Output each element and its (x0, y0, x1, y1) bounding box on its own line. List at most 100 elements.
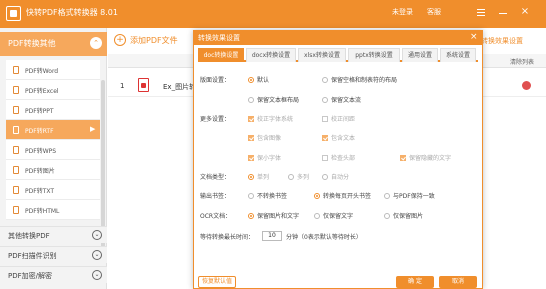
help-link[interactable]: 客服 (427, 7, 441, 17)
include-image-checkbox[interactable]: 包含图像 (248, 133, 281, 142)
sidebar-item-label: PDF转Excel (25, 88, 59, 95)
tab-system-settings[interactable]: 系统设置 (440, 48, 476, 62)
page-bookmark-radio[interactable]: 转换每页开头书签 (314, 191, 371, 200)
app-title: 快转PDF格式转换器 8.01 (26, 8, 118, 17)
layout-default-radio[interactable]: 默认 (248, 75, 269, 84)
ocr-image-only-radio[interactable]: 仅保留图片 (384, 211, 423, 220)
clear-list-button[interactable]: 清除列表 (510, 57, 534, 66)
checkbox-icon (322, 135, 328, 141)
layout-text-flow-radio[interactable]: 保留文本流 (322, 95, 361, 104)
cancel-button[interactable]: 取消 (439, 276, 477, 288)
radio-icon (248, 77, 254, 83)
sidebar-item-label: PDF转RTF (25, 128, 54, 135)
checkbox-icon (248, 155, 254, 161)
sidebar-category-pdf-ocr[interactable]: PDF扫描件识别 ⌄ (0, 246, 107, 263)
doc-type-label: 文档类型： (200, 174, 231, 181)
radio-icon (384, 213, 390, 219)
radio-icon (248, 174, 254, 180)
caret-right-icon: ▶ (90, 125, 96, 133)
sidebar-item-pdf-ppt[interactable]: PDF转PPT (6, 100, 100, 120)
login-link[interactable]: 未登录 (392, 7, 413, 17)
effect-settings-dialog: 转换效果设置 × doc转换设置 docx转换设置 xlsx转换设置 pptx转… (193, 30, 483, 289)
tab-docx-settings[interactable]: docx转换设置 (246, 48, 296, 62)
radio-icon (248, 213, 254, 219)
chevron-down-icon: ⌄ (92, 270, 102, 280)
document-icon (13, 146, 19, 154)
sidebar-category-label: PDF扫描件识别 (8, 252, 57, 260)
menu-icon[interactable] (475, 6, 487, 18)
sidebar-category-label: 其他转换PDF (8, 232, 50, 240)
minimize-icon[interactable] (497, 6, 509, 18)
radio-icon (248, 97, 254, 103)
tab-doc-settings[interactable]: doc转换设置 (198, 48, 244, 62)
wait-time-input[interactable]: 10 (262, 231, 282, 241)
checkbox-icon (322, 116, 328, 122)
settings-tabs: doc转换设置 docx转换设置 xlsx转换设置 pptx转换设置 通用设置 … (198, 48, 478, 62)
close-icon[interactable]: × (519, 6, 531, 18)
sidebar-item-pdf-html[interactable]: PDF转HTML (6, 200, 100, 220)
correct-font-checkbox[interactable]: 校正字体系统 (248, 114, 293, 123)
doc-type-single-radio[interactable]: 单列 (248, 172, 269, 181)
sidebar-item-pdf-wps[interactable]: PDF转WPS (6, 140, 100, 160)
ocr-label: OCR文档： (200, 213, 232, 220)
sidebar-item-pdf-excel[interactable]: PDF转Excel (6, 80, 100, 100)
keep-hidden-text-checkbox[interactable]: 保留隐藏的文字 (400, 153, 451, 162)
sidebar-item-pdf-txt[interactable]: PDF转TXT (6, 180, 100, 200)
sidebar-section-title: PDF转换其他 (8, 39, 56, 48)
reset-default-button[interactable]: 恢复默认值 (198, 276, 236, 288)
sidebar-item-label: PDF转WPS (25, 148, 57, 155)
tab-xlsx-settings[interactable]: xlsx转换设置 (298, 48, 346, 62)
sidebar-category-other-to-pdf[interactable]: 其他转换PDF ⌄ (0, 226, 107, 243)
wait-time-label: 等待转换最长时间： (200, 234, 255, 241)
sidebar-item-pdf-rtf[interactable]: PDF转RTF ▶ (6, 120, 100, 140)
sidebar: PDF转换其他 ⌃ PDF转Word PDF转Excel PDF转PPT PDF… (0, 28, 107, 289)
include-text-checkbox[interactable]: 包含文本 (322, 133, 355, 142)
sidebar-item-pdf-image[interactable]: PDF转图片 (6, 160, 100, 180)
chevron-up-icon[interactable]: ⌃ (90, 37, 102, 49)
document-icon (13, 186, 19, 194)
checkbox-icon (400, 155, 406, 161)
checkbox-icon (248, 135, 254, 141)
sidebar-category-label: PDF加密/解密 (8, 272, 52, 280)
document-icon (13, 126, 19, 134)
title-bar: 快转PDF格式转换器 8.01 未登录 客服 × (0, 0, 546, 28)
document-icon (13, 106, 19, 114)
document-icon (13, 206, 19, 214)
no-bookmark-radio[interactable]: 不转换书签 (248, 191, 287, 200)
check-header-checkbox[interactable]: 检查头部 (322, 153, 355, 162)
sidebar-item-label: PDF转HTML (25, 208, 60, 215)
tab-general-settings[interactable]: 通用设置 (402, 48, 438, 62)
radio-icon (384, 193, 390, 199)
layout-keep-blank-radio[interactable]: 保留空格和制表符的布局 (322, 75, 397, 84)
ocr-image-text-radio[interactable]: 保留图片和文字 (248, 211, 299, 220)
confirm-button[interactable]: 确 定 (396, 276, 434, 288)
checkbox-icon (248, 116, 254, 122)
radio-icon (314, 213, 320, 219)
correct-space-checkbox[interactable]: 校正间距 (322, 114, 355, 123)
more-settings-label: 更多设置： (200, 116, 231, 123)
dialog-close-icon[interactable]: × (470, 32, 478, 42)
keep-small-font-checkbox[interactable]: 保小字体 (248, 153, 281, 162)
doc-type-multi-radio[interactable]: 多列 (288, 172, 309, 181)
bookmark-label: 输出书签： (200, 193, 231, 200)
row-index: 1 (120, 82, 125, 90)
sidebar-category-pdf-encrypt[interactable]: PDF加密/解密 ⌄ (0, 266, 107, 283)
pdf-same-bookmark-radio[interactable]: 与PDF保持一致 (384, 191, 435, 200)
add-pdf-label: 添加PDF文件 (130, 36, 178, 45)
radio-icon (322, 97, 328, 103)
doc-type-auto-radio[interactable]: 自动分 (322, 172, 349, 181)
dialog-title: 转换效果设置 (198, 34, 240, 42)
sidebar-item-pdf-word[interactable]: PDF转Word (6, 60, 100, 80)
effect-settings-link[interactable]: 转换效果设置 (481, 36, 523, 50)
tab-pptx-settings[interactable]: pptx转换设置 (348, 48, 400, 62)
dialog-title-bar: 转换效果设置 × (194, 31, 482, 45)
checkbox-icon (322, 155, 328, 161)
delete-icon[interactable] (522, 81, 531, 90)
sidebar-item-label: PDF转图片 (25, 168, 55, 175)
ocr-text-only-radio[interactable]: 仅保留文字 (314, 211, 353, 220)
sidebar-item-label: PDF转Word (25, 68, 59, 75)
sidebar-section-header[interactable]: PDF转换其他 ⌃ (0, 32, 107, 56)
layout-text-frame-radio[interactable]: 保留文本框布局 (248, 95, 299, 104)
layout-label: 版面设置： (200, 77, 231, 84)
sidebar-item-label: PDF转PPT (25, 108, 54, 115)
